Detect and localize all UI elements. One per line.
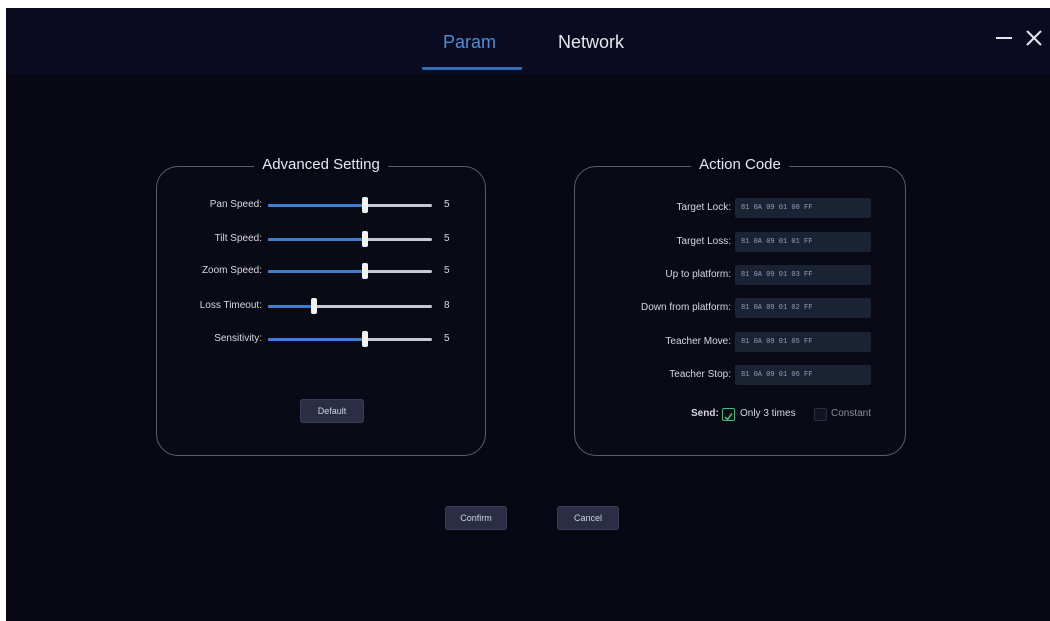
constant-label: Constant xyxy=(831,408,872,419)
slider-label: Loss Timeout: xyxy=(199,300,262,311)
action-code-label: Target Lock: xyxy=(676,202,731,213)
slider-value: 8 xyxy=(444,300,450,311)
slider-fill xyxy=(268,238,365,241)
slider-value: 5 xyxy=(444,233,450,244)
only-3-times-checkbox[interactable] xyxy=(722,408,735,421)
close-icon[interactable] xyxy=(1024,28,1044,48)
tab-network[interactable]: Network xyxy=(558,32,624,53)
slider-track[interactable] xyxy=(268,263,432,279)
slider-label: Sensitivity: xyxy=(214,333,262,344)
minimize-icon[interactable] xyxy=(994,28,1014,48)
slider-thumb[interactable] xyxy=(361,197,368,213)
action-code-label: Target Loss: xyxy=(676,236,731,247)
action-code-title: Action Code xyxy=(691,156,789,173)
advanced-setting-title: Advanced Setting xyxy=(254,156,388,173)
slider-thumb[interactable] xyxy=(361,331,368,347)
slider-track[interactable] xyxy=(268,298,432,314)
slider-label: Zoom Speed: xyxy=(201,265,262,276)
slider-value: 5 xyxy=(444,333,450,344)
tab-param[interactable]: Param xyxy=(443,32,496,53)
slider-track[interactable] xyxy=(268,231,432,247)
slider-label: Tilt Speed: xyxy=(214,233,262,244)
slider-thumb[interactable] xyxy=(361,263,368,279)
action-code-field[interactable]: 81 0A 09 01 01 FF xyxy=(735,232,871,252)
slider-value: 5 xyxy=(444,265,450,276)
active-tab-indicator xyxy=(422,67,522,70)
title-bar: Param Network xyxy=(6,8,1050,74)
action-code-field[interactable]: 81 0A 09 01 03 FF xyxy=(735,265,871,285)
slider-track[interactable] xyxy=(268,197,432,213)
slider-fill xyxy=(268,204,365,207)
slider-track[interactable] xyxy=(268,331,432,347)
settings-dialog: Param Network Advanced Setting Pan Speed… xyxy=(6,8,1050,621)
slider-value: 5 xyxy=(444,199,450,210)
action-code-label: Up to platform: xyxy=(665,269,731,280)
action-code-label: Down from platform: xyxy=(640,302,731,313)
action-code-field[interactable]: 81 0A 09 01 06 FF xyxy=(735,365,871,385)
slider-fill xyxy=(268,338,365,341)
slider-fill xyxy=(268,270,365,273)
send-label: Send: xyxy=(691,408,719,419)
constant-checkbox[interactable] xyxy=(814,408,827,421)
slider-label: Pan Speed: xyxy=(209,199,262,210)
slider-thumb[interactable] xyxy=(310,298,317,314)
slider-thumb[interactable] xyxy=(361,231,368,247)
default-button[interactable]: Default xyxy=(300,399,364,423)
only-3-times-label: Only 3 times xyxy=(740,408,796,419)
action-code-field[interactable]: 81 0A 09 01 00 FF xyxy=(735,198,871,218)
action-code-field[interactable]: 81 0A 09 01 02 FF xyxy=(735,298,871,318)
action-code-label: Teacher Stop: xyxy=(669,369,731,380)
cancel-button[interactable]: Cancel xyxy=(557,506,619,530)
slider-fill xyxy=(268,305,314,308)
check-icon xyxy=(724,413,733,421)
action-code-field[interactable]: 81 0A 09 01 05 FF xyxy=(735,332,871,352)
action-code-label: Teacher Move: xyxy=(665,336,731,347)
confirm-button[interactable]: Confirm xyxy=(445,506,507,530)
